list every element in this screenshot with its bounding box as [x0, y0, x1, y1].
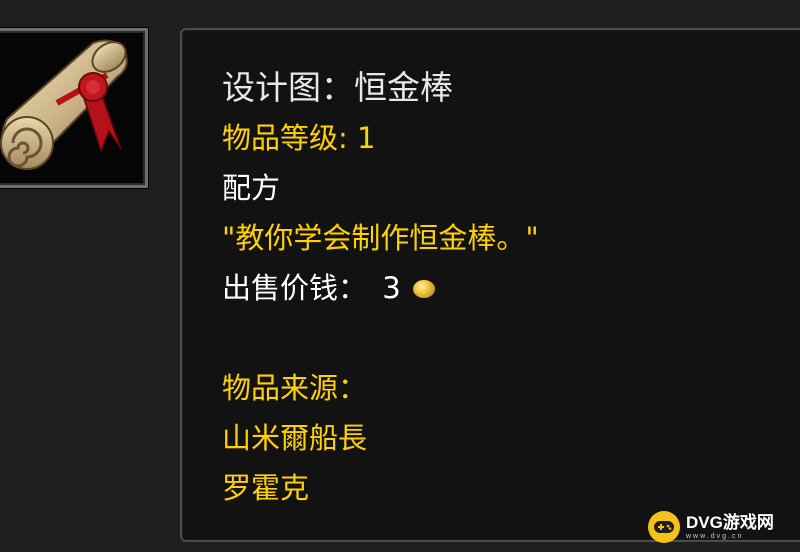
source-item: 山米爾船長: [222, 421, 368, 455]
item-type: 配方: [222, 171, 281, 205]
sell-price-value: 3: [382, 271, 401, 305]
sell-price-row: 出售价钱： 3: [222, 270, 435, 306]
item-title: 设计图：恒金棒: [222, 68, 453, 107]
watermark-logo: DVG游戏网 www.dvg.cn: [648, 510, 794, 544]
source-label: 物品来源：: [222, 371, 368, 405]
recipe-scroll-icon: [0, 39, 128, 170]
item-level: 物品等级: 1: [222, 121, 376, 155]
watermark-name: DVG游戏网: [686, 513, 774, 532]
item-tooltip: 设计图：恒金棒 物品等级: 1 配方 "教你学会制作恒金棒。" 出售价钱： 3 …: [180, 28, 800, 542]
sell-price-label: 出售价钱：: [222, 271, 368, 305]
gamepad-icon: [648, 511, 680, 543]
watermark-url: www.dvg.cn: [686, 533, 744, 540]
item-icon-frame[interactable]: [0, 28, 148, 188]
source-item: 罗霍克: [222, 471, 310, 505]
gold-coin-icon: [412, 280, 435, 298]
item-description: "教你学会制作恒金棒。": [222, 221, 539, 255]
